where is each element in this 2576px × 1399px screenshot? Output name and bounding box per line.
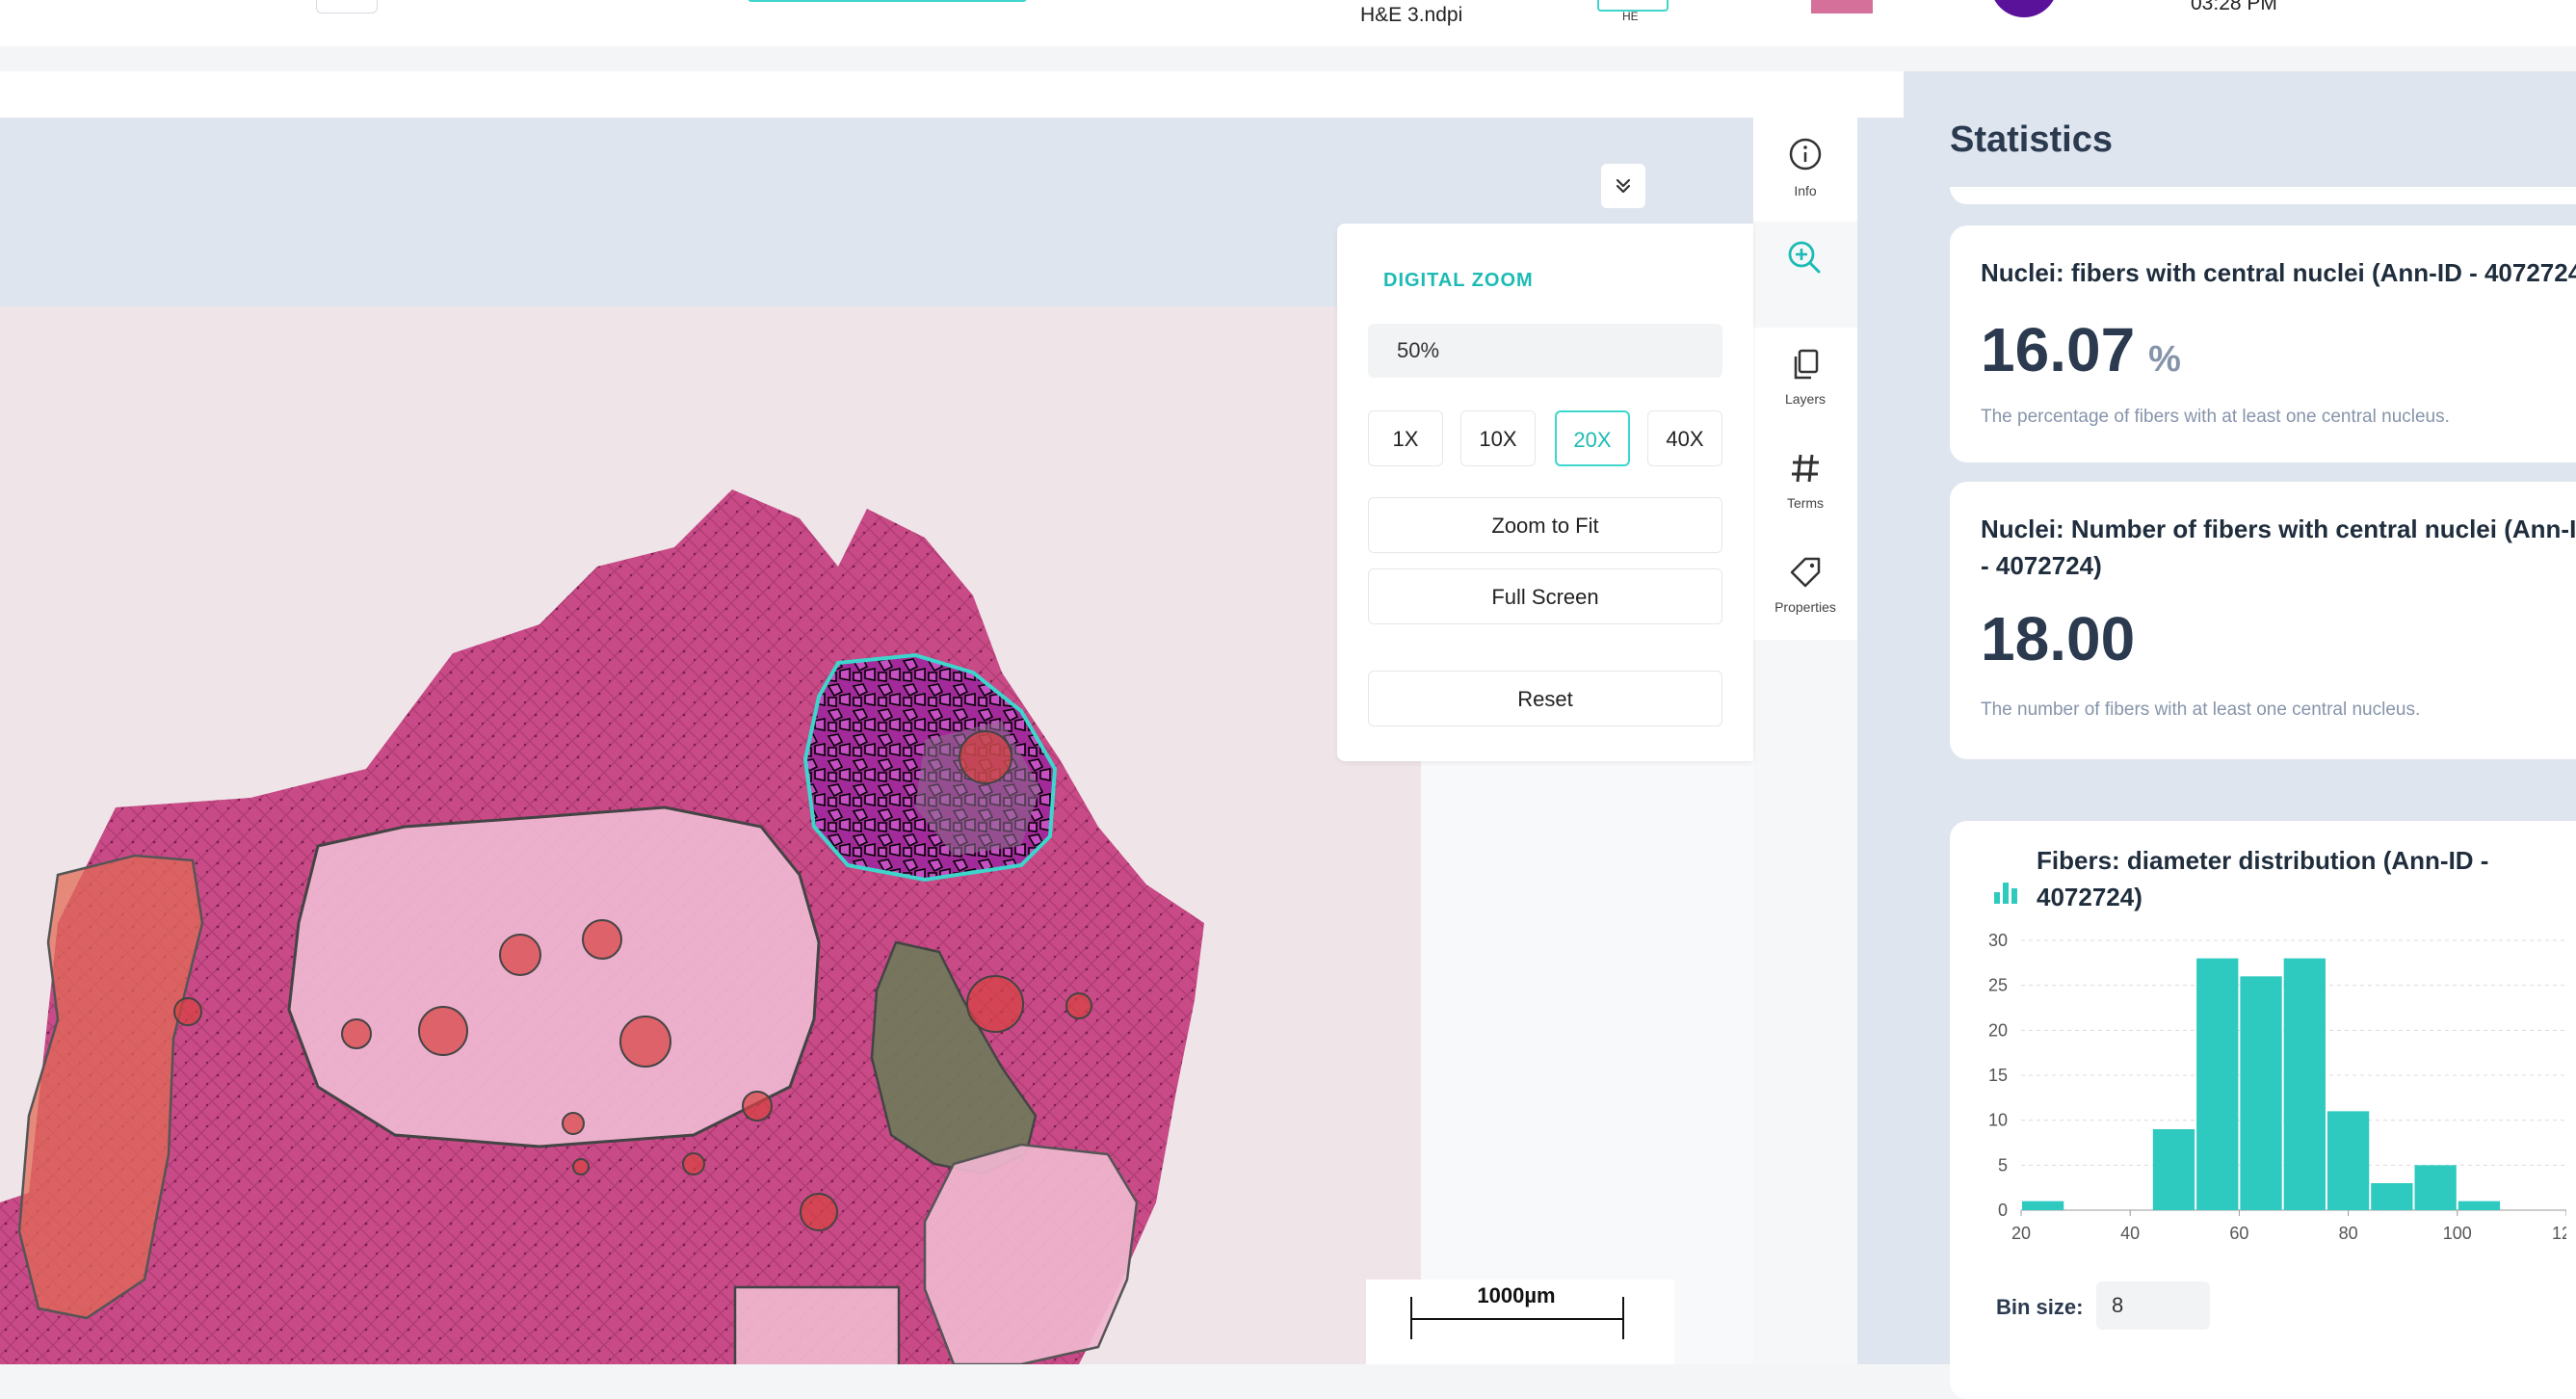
diameter-histogram: 0 5 10 15 20 25 30 20 40 60 80 100 120 bbox=[1988, 931, 2566, 1243]
y-tick-label: 0 bbox=[1998, 1201, 2008, 1220]
zoom-10x-button[interactable]: 10X bbox=[1460, 410, 1536, 466]
file-name: H&E 3.ndpi bbox=[1360, 4, 1463, 26]
zoom-1x-button[interactable]: 1X bbox=[1368, 410, 1443, 466]
tag-icon bbox=[1790, 557, 1821, 588]
x-tick-label: 40 bbox=[2120, 1224, 2140, 1243]
scale-bar-line bbox=[1410, 1318, 1622, 1320]
y-tick-label: 30 bbox=[1988, 931, 2008, 950]
stat-card-title: Nuclei: fibers with central nuclei (Ann-… bbox=[1981, 258, 2576, 287]
bin-size-input[interactable]: 8 bbox=[2096, 1281, 2210, 1330]
hash-icon bbox=[1792, 454, 1819, 483]
layers-tool-label: Layers bbox=[1784, 391, 1827, 407]
x-tick-label: 20 bbox=[2011, 1224, 2031, 1243]
histogram-bar bbox=[2458, 1201, 2501, 1210]
layers-icon bbox=[1794, 349, 1819, 380]
reset-button[interactable]: Reset bbox=[1368, 671, 1722, 726]
statistics-panel: Statistics Nuclei: fibers with central n… bbox=[1904, 71, 2576, 1399]
scale-bar: 1000µm bbox=[1366, 1280, 1674, 1364]
chevrons-down-icon bbox=[1616, 178, 1631, 194]
stat-card-title: Nuclei: Number of fibers with central nu… bbox=[1981, 515, 2576, 580]
zoom-40x-button[interactable]: 40X bbox=[1647, 410, 1722, 466]
histogram-bar bbox=[2022, 1201, 2064, 1210]
scale-bar-tick-right bbox=[1622, 1297, 1624, 1339]
full-screen-button[interactable]: Full Screen bbox=[1368, 568, 1722, 624]
user-chip[interactable] bbox=[316, 0, 378, 13]
stat-value-unit: % bbox=[2148, 339, 2181, 380]
zoom-in-tool-button[interactable] bbox=[1786, 239, 1823, 280]
slide-thumbnail[interactable] bbox=[1811, 0, 1873, 13]
clock-time: 03:28 PM bbox=[2191, 0, 2277, 14]
info-tool[interactable]: Info bbox=[1753, 118, 1857, 222]
stat-card-value: 18.00 bbox=[1981, 604, 2136, 673]
zoom-panel-title: DIGITAL ZOOM bbox=[1383, 270, 1534, 291]
top-bar: H&E 3.ndpi HE 03:28 PM bbox=[0, 0, 2576, 47]
info-tool-label: Info bbox=[1794, 183, 1817, 198]
histogram-bar bbox=[2240, 976, 2282, 1210]
histogram-bar bbox=[2283, 958, 2326, 1210]
zoom-level-input[interactable]: 50% bbox=[1368, 324, 1722, 378]
x-tick-label: 80 bbox=[2339, 1224, 2358, 1243]
zoom-20x-button[interactable]: 20X bbox=[1555, 410, 1630, 466]
stat-card-previous bbox=[1950, 187, 2576, 204]
y-tick-label: 5 bbox=[1998, 1155, 2008, 1175]
stat-card-central-nuclei-count: Nuclei: Number of fibers with central nu… bbox=[1950, 482, 2576, 759]
statistics-title: Statistics bbox=[1950, 119, 2113, 160]
digital-zoom-panel: DIGITAL ZOOM 50% 1X 10X 20X 40X Zoom to … bbox=[1337, 224, 1753, 761]
header-divider bbox=[0, 46, 2576, 71]
histogram-bar bbox=[2414, 1165, 2457, 1210]
layers-tool[interactable]: Layers bbox=[1753, 328, 1857, 432]
scale-bar-tick-left bbox=[1410, 1297, 1412, 1339]
tissue-slide[interactable] bbox=[0, 306, 1421, 1364]
histogram-bar bbox=[2371, 1183, 2413, 1210]
scale-bar-label: 1000µm bbox=[1477, 1283, 1556, 1307]
y-tick-label: 15 bbox=[1988, 1066, 2008, 1085]
terms-tool-label: Terms bbox=[1786, 495, 1825, 511]
x-tick-label: 100 bbox=[2443, 1224, 2472, 1243]
properties-tool[interactable]: Properties bbox=[1753, 536, 1857, 640]
histogram-bar bbox=[2152, 1129, 2195, 1210]
collapse-panel-button[interactable] bbox=[1601, 164, 1645, 208]
histogram-bar bbox=[2326, 1111, 2370, 1210]
stat-card-description: The percentage of fibers with at least o… bbox=[1981, 407, 2450, 427]
tool-rail: Info Layers Terms Properties bbox=[1753, 118, 1857, 1364]
stat-card-value: 16.07% bbox=[1981, 314, 2181, 385]
y-tick-label: 10 bbox=[1988, 1111, 2008, 1130]
histogram-title: Fibers: diameter distribution (Ann-ID - … bbox=[2037, 846, 2489, 911]
info-icon bbox=[1789, 138, 1822, 171]
stain-badge-label: HE bbox=[1622, 10, 1639, 23]
stat-value-number: 16.07 bbox=[1981, 315, 2136, 384]
stat-card-central-nuclei-percent: Nuclei: fibers with central nuclei (Ann-… bbox=[1950, 225, 2576, 462]
y-tick-label: 25 bbox=[1988, 976, 2008, 995]
terms-tool[interactable]: Terms bbox=[1753, 432, 1857, 536]
zoom-in-icon bbox=[1788, 241, 1821, 274]
avatar[interactable] bbox=[1990, 0, 2058, 17]
tissue-image[interactable] bbox=[0, 306, 1421, 1364]
properties-tool-label: Properties bbox=[1774, 599, 1836, 615]
zoom-to-fit-button[interactable]: Zoom to Fit bbox=[1368, 497, 1722, 553]
stat-card-description: The number of fibers with at least one c… bbox=[1981, 700, 2421, 720]
bar-chart-icon bbox=[1994, 883, 2017, 904]
histogram-bar bbox=[2196, 958, 2239, 1210]
x-tick-label: 120 bbox=[2552, 1224, 2566, 1243]
y-tick-label: 20 bbox=[1988, 1020, 2008, 1040]
bin-size-label: Bin size: bbox=[1996, 1295, 2084, 1319]
search-tab-indicator[interactable] bbox=[748, 0, 1027, 2]
x-tick-label: 60 bbox=[2229, 1224, 2248, 1243]
